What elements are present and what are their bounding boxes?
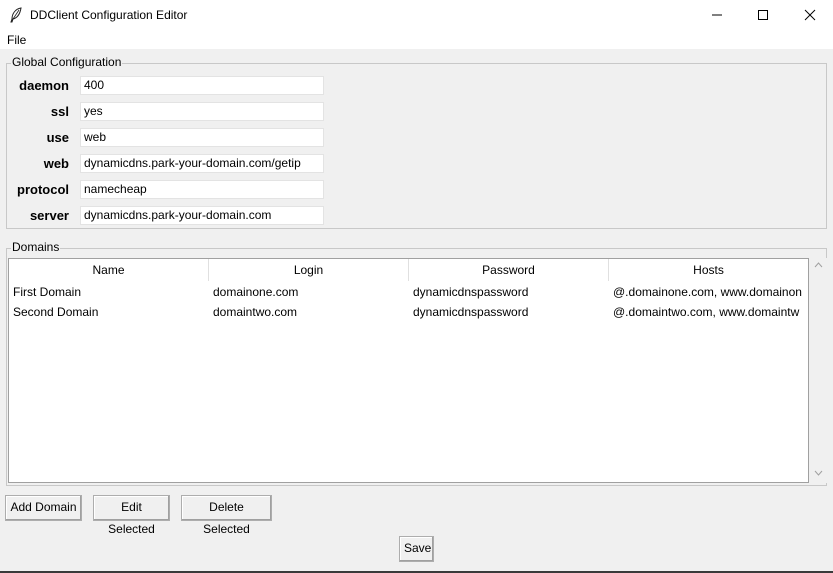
daemon-input[interactable]: 400 xyxy=(80,76,324,95)
domains-legend: Domains xyxy=(11,240,61,254)
cell-password: dynamicdnspassword xyxy=(413,305,529,319)
delete-selected-button[interactable]: Delete Selected xyxy=(181,495,272,536)
daemon-label: daemon xyxy=(19,78,69,93)
chevron-up-icon[interactable] xyxy=(814,262,823,268)
add-domain-button[interactable]: Add Domain xyxy=(5,495,82,521)
table-header: Name Login Password Hosts xyxy=(9,259,808,281)
edit-selected-button[interactable]: Edit Selected xyxy=(93,495,170,536)
use-label: use xyxy=(46,130,69,145)
save-button[interactable]: Save xyxy=(399,536,434,562)
title-bar: DDClient Configuration Editor xyxy=(0,0,833,30)
menu-bar: File xyxy=(0,30,833,49)
cell-hosts: @.domainone.com, www.domainon xyxy=(613,285,802,299)
chevron-down-icon[interactable] xyxy=(814,470,823,476)
web-label: web xyxy=(43,156,69,171)
feather-icon xyxy=(9,7,23,23)
cell-password: dynamicdnspassword xyxy=(413,285,529,299)
global-configuration-group: Global Configuration daemon 400 ssl yes … xyxy=(6,55,827,229)
column-header-login[interactable]: Login xyxy=(209,259,409,281)
minimize-icon xyxy=(712,14,722,16)
menu-file[interactable]: File xyxy=(7,33,26,47)
use-input[interactable]: web xyxy=(80,128,324,147)
close-icon xyxy=(804,9,816,21)
maximize-icon xyxy=(758,10,768,20)
ssl-input[interactable]: yes xyxy=(80,102,324,121)
web-input[interactable]: dynamicdns.park-your-domain.com/getip xyxy=(80,154,324,173)
vertical-scrollbar[interactable] xyxy=(810,258,827,483)
column-header-hosts[interactable]: Hosts xyxy=(609,259,808,281)
protocol-input[interactable]: namecheap xyxy=(80,180,324,199)
global-configuration-legend: Global Configuration xyxy=(11,55,123,69)
server-input[interactable]: dynamicdns.park-your-domain.com xyxy=(80,206,324,225)
cell-name: First Domain xyxy=(13,285,82,299)
table-row[interactable]: First Domain domainone.com dynamicdnspas… xyxy=(9,282,808,302)
server-label: server xyxy=(29,208,69,223)
close-button[interactable] xyxy=(787,0,833,30)
table-row[interactable]: Second Domain domaintwo.com dynamicdnspa… xyxy=(9,302,808,322)
window-title: DDClient Configuration Editor xyxy=(30,8,188,22)
minimize-button[interactable] xyxy=(694,0,740,30)
column-header-name[interactable]: Name xyxy=(9,259,209,281)
cell-login: domaintwo.com xyxy=(213,305,298,319)
ssl-label: ssl xyxy=(50,104,69,119)
cell-login: domainone.com xyxy=(213,285,299,299)
cell-hosts: @.domaintwo.com, www.domaintw xyxy=(613,305,800,319)
domains-group: Domains Name Login Password Hosts First … xyxy=(6,240,827,486)
domains-table[interactable]: Name Login Password Hosts First Domain d… xyxy=(8,258,809,483)
column-header-password[interactable]: Password xyxy=(409,259,609,281)
maximize-button[interactable] xyxy=(740,0,786,30)
cell-name: Second Domain xyxy=(13,305,99,319)
protocol-label: protocol xyxy=(17,182,69,197)
